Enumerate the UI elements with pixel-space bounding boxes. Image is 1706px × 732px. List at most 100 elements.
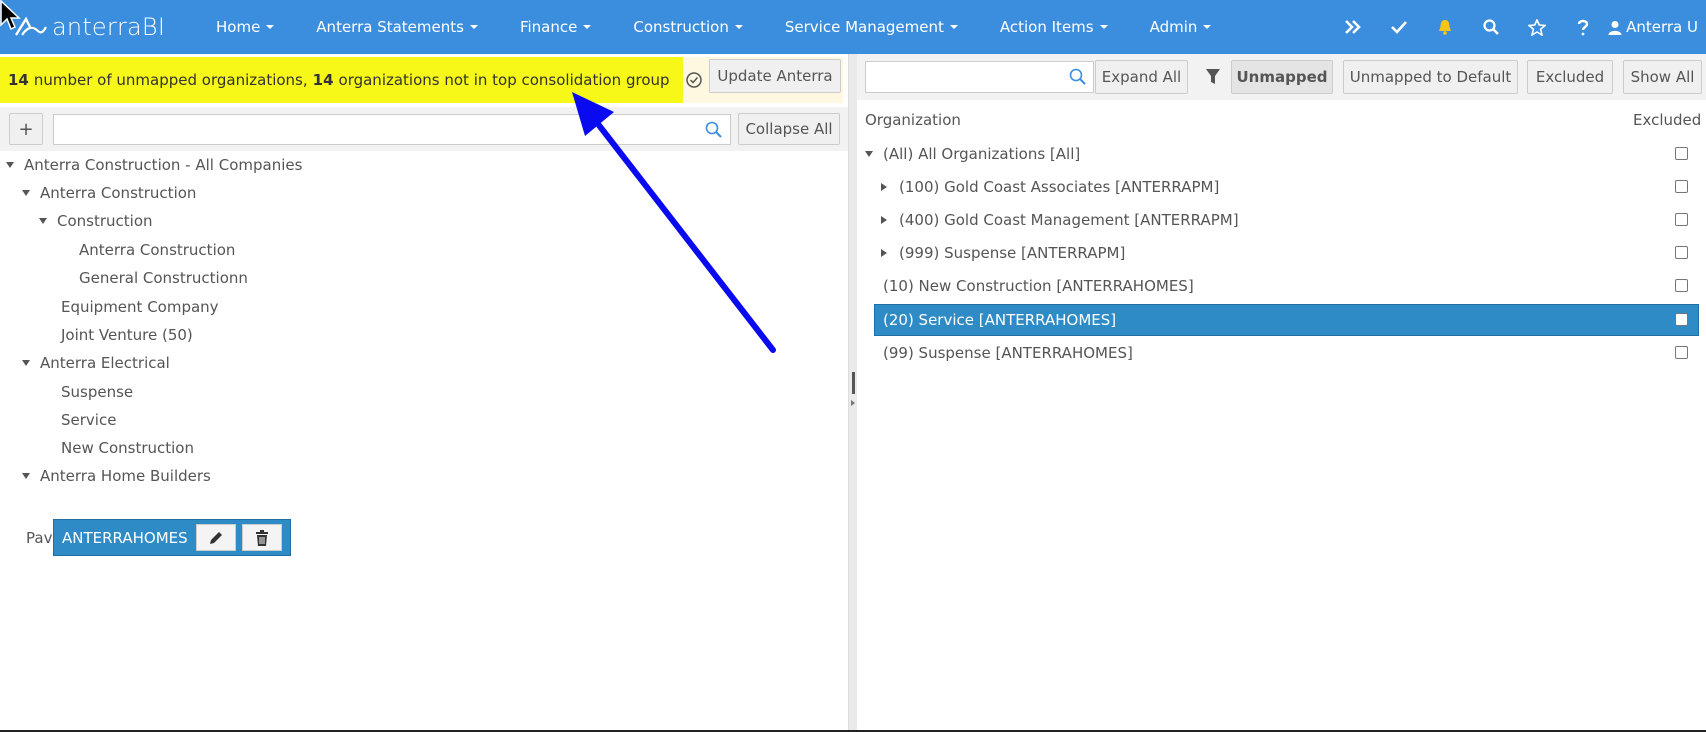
tree-node-label: Suspense [61, 383, 134, 401]
splitter-grip [852, 372, 855, 394]
question-icon[interactable] [1560, 0, 1606, 54]
tree-node[interactable]: Anterra Construction - All Companies [6, 151, 302, 179]
tree-search-input[interactable] [53, 114, 731, 145]
brand[interactable]: anterraBI [12, 13, 182, 41]
filter-icon[interactable] [1205, 68, 1221, 86]
tree-node-label: General Constructionn [79, 269, 248, 287]
user-name: Anterra U [1626, 18, 1698, 36]
expanded-triangle-icon [22, 473, 30, 479]
tree-node-label: ANTERRAHOMES [62, 528, 188, 547]
check-icon[interactable] [1376, 0, 1422, 54]
tree-node[interactable]: Anterra Electrical [22, 349, 170, 377]
top-navbar: anterraBI Home Anterra Statements Financ… [0, 0, 1706, 54]
org-row[interactable]: (999) Suspense [ANTERRAPM] [881, 237, 1699, 268]
star-icon[interactable] [1514, 0, 1560, 54]
excluded-checkbox[interactable] [1675, 180, 1688, 193]
tree-node-label: Equipment Company [61, 298, 219, 316]
unmapped-to-default-button[interactable]: Unmapped to Default [1343, 60, 1518, 94]
excluded-checkbox[interactable] [1675, 346, 1688, 359]
expanded-triangle-icon [22, 190, 30, 196]
tree-node-label: Construction [57, 212, 153, 230]
nav-finance[interactable]: Finance [520, 18, 592, 36]
nav-construction[interactable]: Construction [633, 18, 743, 36]
org-label: (400) Gold Coast Management [ANTERRAPM] [899, 210, 1239, 229]
panel-splitter[interactable] [848, 54, 857, 732]
tree-node[interactable]: Equipment Company [61, 293, 219, 321]
tree-node-label: Anterra Electrical [40, 354, 170, 372]
org-search-input[interactable] [865, 61, 1094, 93]
tree-node-label: Joint Venture (50) [61, 326, 193, 344]
organizations-toolbar: Expand All Unmapped Unmapped to Default … [857, 54, 1706, 100]
pencil-icon [209, 531, 222, 544]
tree-node[interactable]: Anterra Home Builders [22, 462, 211, 490]
check-circle-icon [686, 72, 702, 88]
expanded-triangle-icon [865, 150, 873, 157]
excluded-checkbox[interactable] [1675, 213, 1688, 226]
user-menu[interactable]: Anterra U [1608, 18, 1706, 36]
org-row[interactable]: (10) New Construction [ANTERRAHOMES] [883, 270, 1699, 301]
mouse-cursor-icon [0, 0, 21, 31]
edit-node-button[interactable] [195, 524, 236, 551]
caret-down-icon [1099, 25, 1108, 29]
add-node-button[interactable]: + [9, 113, 43, 145]
org-row[interactable]: (All) All Organizations [All] [865, 138, 1699, 169]
org-row[interactable]: (100) Gold Coast Associates [ANTERRAPM] [881, 171, 1699, 202]
org-label: (20) Service [ANTERRAHOMES] [883, 311, 1117, 329]
user-icon [1608, 20, 1622, 35]
search-icon[interactable] [1468, 0, 1514, 54]
show-all-button[interactable]: Show All [1623, 60, 1702, 94]
org-label: (99) Suspense [ANTERRAHOMES] [883, 343, 1133, 362]
bell-icon[interactable] [1422, 0, 1468, 54]
delete-node-button[interactable] [241, 524, 282, 551]
tree-node-label: Anterra Construction - All Companies [24, 156, 303, 174]
caret-down-icon [469, 25, 478, 29]
double-chevron-right-icon[interactable] [1330, 0, 1376, 54]
tree-node[interactable]: Anterra Construction [22, 179, 196, 207]
org-label: (100) Gold Coast Associates [ANTERRAPM] [899, 177, 1220, 196]
nav-home[interactable]: Home [216, 18, 275, 36]
excluded-checkbox[interactable] [1675, 313, 1688, 326]
column-header-organization: Organization [865, 111, 961, 129]
tree-node[interactable]: Anterra Construction [79, 236, 235, 264]
nav-right-tools: Anterra U [1330, 0, 1706, 54]
unmapped-count: 14 [8, 71, 29, 89]
caret-down-icon [583, 25, 592, 29]
caret-down-icon [734, 25, 743, 29]
search-icon [705, 121, 722, 138]
unmapped-filter-button[interactable]: Unmapped [1231, 60, 1333, 94]
organizations-panel: Expand All Unmapped Unmapped to Default … [857, 54, 1706, 732]
consolidation-tree-panel: 14 number of unmapped organizations, 14 … [0, 54, 848, 732]
nav-action-items[interactable]: Action Items [1000, 18, 1108, 36]
caret-down-icon [1203, 25, 1212, 29]
nav-action-label: Action Items [999, 18, 1094, 36]
tree-node-label: Anterra Home Builders [40, 467, 211, 485]
tree-node[interactable]: Suspense [61, 378, 133, 406]
nav-anterra-statements[interactable]: Anterra Statements [316, 18, 478, 36]
nav-construction-label: Construction [633, 18, 729, 36]
tree-node[interactable]: Service [61, 406, 116, 434]
tree-node-label: Anterra Construction [40, 184, 197, 202]
collapse-all-button[interactable]: Collapse All [738, 113, 840, 145]
org-row-selected[interactable]: (20) Service [ANTERRAHOMES] [874, 304, 1699, 336]
excluded-checkbox[interactable] [1675, 147, 1688, 160]
excluded-filter-button[interactable]: Excluded [1527, 60, 1613, 94]
excluded-checkbox[interactable] [1675, 246, 1688, 259]
splitter-arrow-icon [851, 400, 855, 406]
expand-all-button[interactable]: Expand All [1095, 60, 1188, 94]
expanded-triangle-icon [6, 162, 14, 168]
excluded-checkbox[interactable] [1675, 279, 1688, 292]
unmapped-alert: 14 number of unmapped organizations, 14 … [0, 57, 683, 103]
expanded-triangle-icon [39, 218, 47, 224]
tree-node-selected[interactable]: ANTERRAHOMES [53, 519, 291, 556]
nav-statements-label: Anterra Statements [316, 18, 464, 36]
update-anterra-button[interactable]: Update Anterra [709, 59, 841, 93]
nav-admin[interactable]: Admin [1150, 18, 1212, 36]
search-icon [1069, 68, 1086, 85]
tree-node[interactable]: Construction [39, 207, 153, 235]
org-row[interactable]: (99) Suspense [ANTERRAHOMES] [883, 337, 1699, 368]
org-row[interactable]: (400) Gold Coast Management [ANTERRAPM] [881, 204, 1699, 235]
nav-service-management[interactable]: Service Management [785, 18, 958, 36]
tree-node[interactable]: General Constructionn [79, 264, 248, 292]
tree-node[interactable]: Joint Venture (50) [61, 321, 193, 349]
tree-node[interactable]: New Construction [61, 434, 194, 462]
